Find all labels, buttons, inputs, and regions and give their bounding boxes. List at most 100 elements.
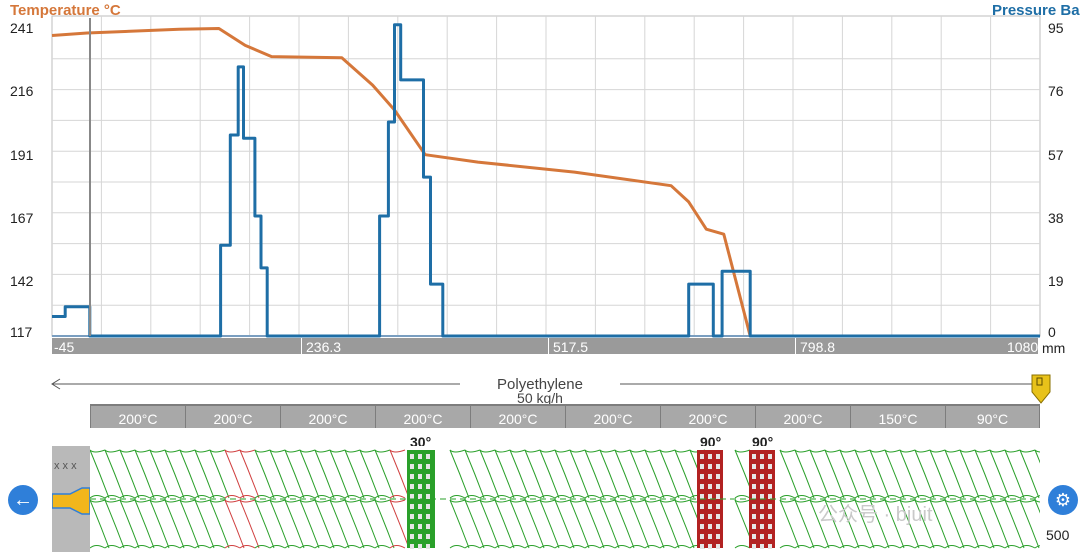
screw-flight [179, 449, 200, 499]
kneading-disc [752, 494, 756, 499]
screw-crest [989, 449, 1006, 453]
kneading-disc [700, 454, 704, 459]
kneading-disc [708, 454, 712, 459]
screw-flight [239, 449, 260, 499]
screw-root [509, 495, 526, 499]
screw-root [974, 495, 991, 499]
screw-root [599, 545, 616, 549]
barrel-zone[interactable]: 200°C [755, 404, 850, 428]
screw-flight [119, 499, 140, 549]
barrel-zone[interactable]: 150°C [850, 404, 945, 428]
screw-root [284, 495, 301, 499]
screw-crest [509, 449, 526, 453]
kneading-disc [418, 544, 422, 549]
pressure-tick: 19 [1048, 273, 1064, 289]
screw-root [374, 495, 391, 499]
pressure-axis-title: Pressure Ba [992, 2, 1080, 19]
temp-tick: 167 [10, 210, 34, 226]
screw-flight [524, 449, 545, 499]
screw-crest [569, 449, 586, 453]
screw-flight [134, 449, 155, 499]
screw-crest [554, 499, 571, 503]
screw-crest [509, 499, 526, 503]
screw-crest [944, 499, 961, 503]
screw-crest [869, 449, 886, 453]
screw-root [659, 495, 676, 499]
screw-root [734, 545, 751, 549]
barrel-zone[interactable]: 200°C [185, 404, 280, 428]
kneading-disc [426, 534, 430, 539]
kneading-disc [752, 454, 756, 459]
screw-flight [359, 499, 380, 549]
screw-flight [974, 499, 995, 549]
screw-flight [989, 499, 1010, 549]
screw-flight [1019, 499, 1040, 549]
screw-root [794, 495, 811, 499]
screw-flight [884, 449, 905, 499]
screw-root [629, 495, 646, 499]
kneading-disc [760, 464, 764, 469]
screw-crest [374, 449, 391, 453]
screw-crest [584, 449, 601, 453]
barrel-zone[interactable]: 90°C [945, 404, 1040, 428]
screw-flight [224, 449, 245, 499]
screw-flight [599, 499, 620, 549]
screw-crest [1004, 449, 1021, 453]
screw-root [899, 545, 916, 549]
screw-crest [269, 499, 286, 503]
screw-flight [929, 449, 950, 499]
feed-rate: 50 kg/h [517, 390, 563, 406]
kneading-disc [708, 484, 712, 489]
screw-crest [239, 449, 256, 453]
screw-flight [464, 499, 485, 549]
kneading-disc [716, 474, 720, 479]
screw-speed: 500 [1046, 527, 1070, 543]
kneading-disc [426, 484, 430, 489]
kneading-disc [410, 544, 414, 549]
back-button[interactable]: ← [8, 485, 38, 515]
screw-flight [254, 499, 275, 549]
screw-flight [779, 449, 800, 499]
screw-root [314, 495, 331, 499]
screw-crest [614, 449, 631, 453]
barrel-zone[interactable]: 200°C [565, 404, 660, 428]
screw-root [659, 545, 676, 549]
barrel-zone[interactable]: 200°C [280, 404, 375, 428]
screw-crest [659, 449, 676, 453]
die-icon [52, 487, 90, 515]
screw-flight [569, 449, 590, 499]
screw-root [389, 545, 406, 549]
screw-crest [89, 499, 106, 503]
barrel-zone[interactable]: 200°C [660, 404, 755, 428]
screw-root [944, 545, 961, 549]
screw-root [1004, 495, 1021, 499]
barrel-zone[interactable]: 200°C [375, 404, 470, 428]
screw-crest [974, 449, 991, 453]
barrel-zone[interactable]: 200°C [470, 404, 565, 428]
screw-crest [794, 449, 811, 453]
screw-flight [269, 499, 290, 549]
screw-flight [674, 449, 695, 499]
screw-crest [779, 449, 796, 453]
screw-flight [149, 449, 170, 499]
kneading-disc [752, 484, 756, 489]
screw-root [989, 495, 1006, 499]
screw-root [584, 495, 601, 499]
screw-crest [449, 449, 466, 453]
kneading-disc [760, 494, 764, 499]
screw-crest [569, 499, 586, 503]
pressure-tick: 0 [1048, 324, 1056, 340]
kneading-disc [768, 464, 772, 469]
screw-flight [629, 499, 650, 549]
screw-root [884, 545, 901, 549]
barrel-zone[interactable]: 200°C [90, 404, 185, 428]
kneading-disc [410, 504, 414, 509]
screw-crest [104, 499, 121, 503]
screw-flight [479, 499, 500, 549]
kneading-disc [760, 454, 764, 459]
ruler-tick: 1080 [1007, 339, 1039, 355]
screw-flight [284, 499, 305, 549]
settings-button[interactable]: ⚙ [1048, 485, 1078, 515]
kneading-disc [708, 474, 712, 479]
kneading-disc [410, 534, 414, 539]
